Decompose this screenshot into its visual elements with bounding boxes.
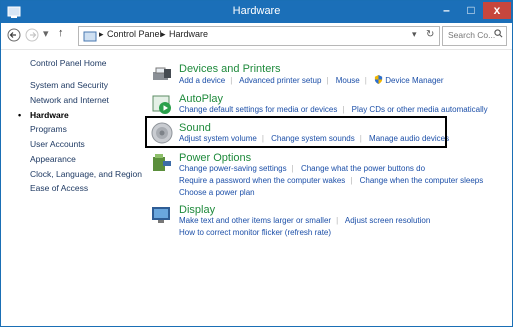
link-change-power-buttons[interactable]: Change what the power buttons do xyxy=(301,164,425,173)
folder-icon xyxy=(83,31,97,42)
sidebar-item-hardware: • Hardware xyxy=(18,110,69,120)
category-title[interactable]: Devices and Printers xyxy=(179,63,281,75)
link-choose-power-plan[interactable]: Choose a power plan xyxy=(179,188,255,197)
autoplay-icon xyxy=(152,95,171,114)
refresh-button[interactable]: ↻ xyxy=(426,29,434,40)
shield-icon xyxy=(374,75,383,84)
link-change-power-saving-settings[interactable]: Change power-saving settings xyxy=(179,164,287,173)
link-require-password-on-wake[interactable]: Require a password when the computer wak… xyxy=(179,176,345,185)
link-device-manager[interactable]: Device Manager xyxy=(385,76,443,85)
sidebar-item-programs[interactable]: Programs xyxy=(30,124,67,134)
minimize-button[interactable]: – xyxy=(434,2,459,19)
back-button[interactable] xyxy=(7,28,21,42)
category-links: Add a device | Advanced printer setup | Mo… xyxy=(179,75,444,85)
sound-highlight-box xyxy=(145,116,447,148)
sidebar-item-user-accounts[interactable]: User Accounts xyxy=(30,139,85,149)
navigation-bar: ▾ ↑ ▸ Control Panel ▸ Hardware ▾ ↻ Searc… xyxy=(1,23,512,49)
category-links: Change power-saving settings | Change wha… xyxy=(179,164,426,173)
power-icon xyxy=(153,154,171,171)
monitor-icon xyxy=(152,207,170,223)
category-links: Change default settings for media or dev… xyxy=(179,105,488,114)
forward-button[interactable] xyxy=(25,28,39,42)
address-bar[interactable]: ▸ Control Panel ▸ Hardware ▾ ↻ xyxy=(78,26,440,46)
search-input[interactable]: Search Co... xyxy=(448,30,495,40)
link-advanced-printer-setup[interactable]: Advanced printer setup xyxy=(239,76,321,85)
link-adjust-screen-resolution[interactable]: Adjust screen resolution xyxy=(345,216,430,225)
breadcrumb-separator: ▸ xyxy=(99,29,104,39)
category-links: Require a password when the computer wak… xyxy=(179,176,484,185)
category-title[interactable]: Display xyxy=(179,204,215,216)
link-mouse[interactable]: Mouse xyxy=(336,76,360,85)
category-links: How to correct monitor flicker (refresh … xyxy=(179,228,331,237)
sidebar-item-clock-language-region[interactable]: Clock, Language, and Region xyxy=(30,169,142,179)
title-bar: Hardware – □ x xyxy=(1,1,512,23)
divider xyxy=(1,49,512,50)
breadcrumb-hardware[interactable]: Hardware xyxy=(169,29,208,39)
recent-locations-dropdown[interactable]: ▾ xyxy=(43,27,49,40)
category-title[interactable]: Power Options xyxy=(179,152,251,164)
link-correct-monitor-flicker[interactable]: How to correct monitor flicker (refresh … xyxy=(179,228,331,237)
address-dropdown[interactable]: ▾ xyxy=(412,29,417,40)
maximize-button[interactable]: □ xyxy=(460,2,482,19)
current-item-bullet: • xyxy=(18,110,22,120)
sidebar-item-appearance[interactable]: Appearance xyxy=(30,154,76,164)
link-add-a-device[interactable]: Add a device xyxy=(179,76,225,85)
link-make-text-larger[interactable]: Make text and other items larger or smal… xyxy=(179,216,331,225)
link-play-cds-automatically[interactable]: Play CDs or other media automatically xyxy=(352,105,488,114)
sidebar-item-system-and-security[interactable]: System and Security xyxy=(30,80,108,90)
window: Hardware – □ x ▾ ↑ ▸ Control Panel ▸ Har… xyxy=(0,0,513,327)
category-links: Choose a power plan xyxy=(179,188,255,197)
category-links: Make text and other items larger or smal… xyxy=(179,216,431,225)
sidebar-item-control-panel-home[interactable]: Control Panel Home xyxy=(30,58,107,68)
close-button[interactable]: x xyxy=(483,2,511,19)
sidebar-item-ease-of-access[interactable]: Ease of Access xyxy=(30,183,88,193)
breadcrumb-separator: ▸ xyxy=(161,29,166,39)
search-box[interactable]: Search Co... xyxy=(442,26,507,46)
link-change-default-settings[interactable]: Change default settings for media or dev… xyxy=(179,105,337,114)
search-icon[interactable] xyxy=(494,29,503,38)
sidebar-item-network-and-internet[interactable]: Network and Internet xyxy=(30,95,109,105)
category-title[interactable]: AutoPlay xyxy=(179,93,223,105)
up-button[interactable]: ↑ xyxy=(58,27,64,39)
printer-icon xyxy=(153,67,171,80)
breadcrumb-control-panel[interactable]: Control Panel xyxy=(107,29,162,39)
link-change-when-computer-sleeps[interactable]: Change when the computer sleeps xyxy=(360,176,484,185)
